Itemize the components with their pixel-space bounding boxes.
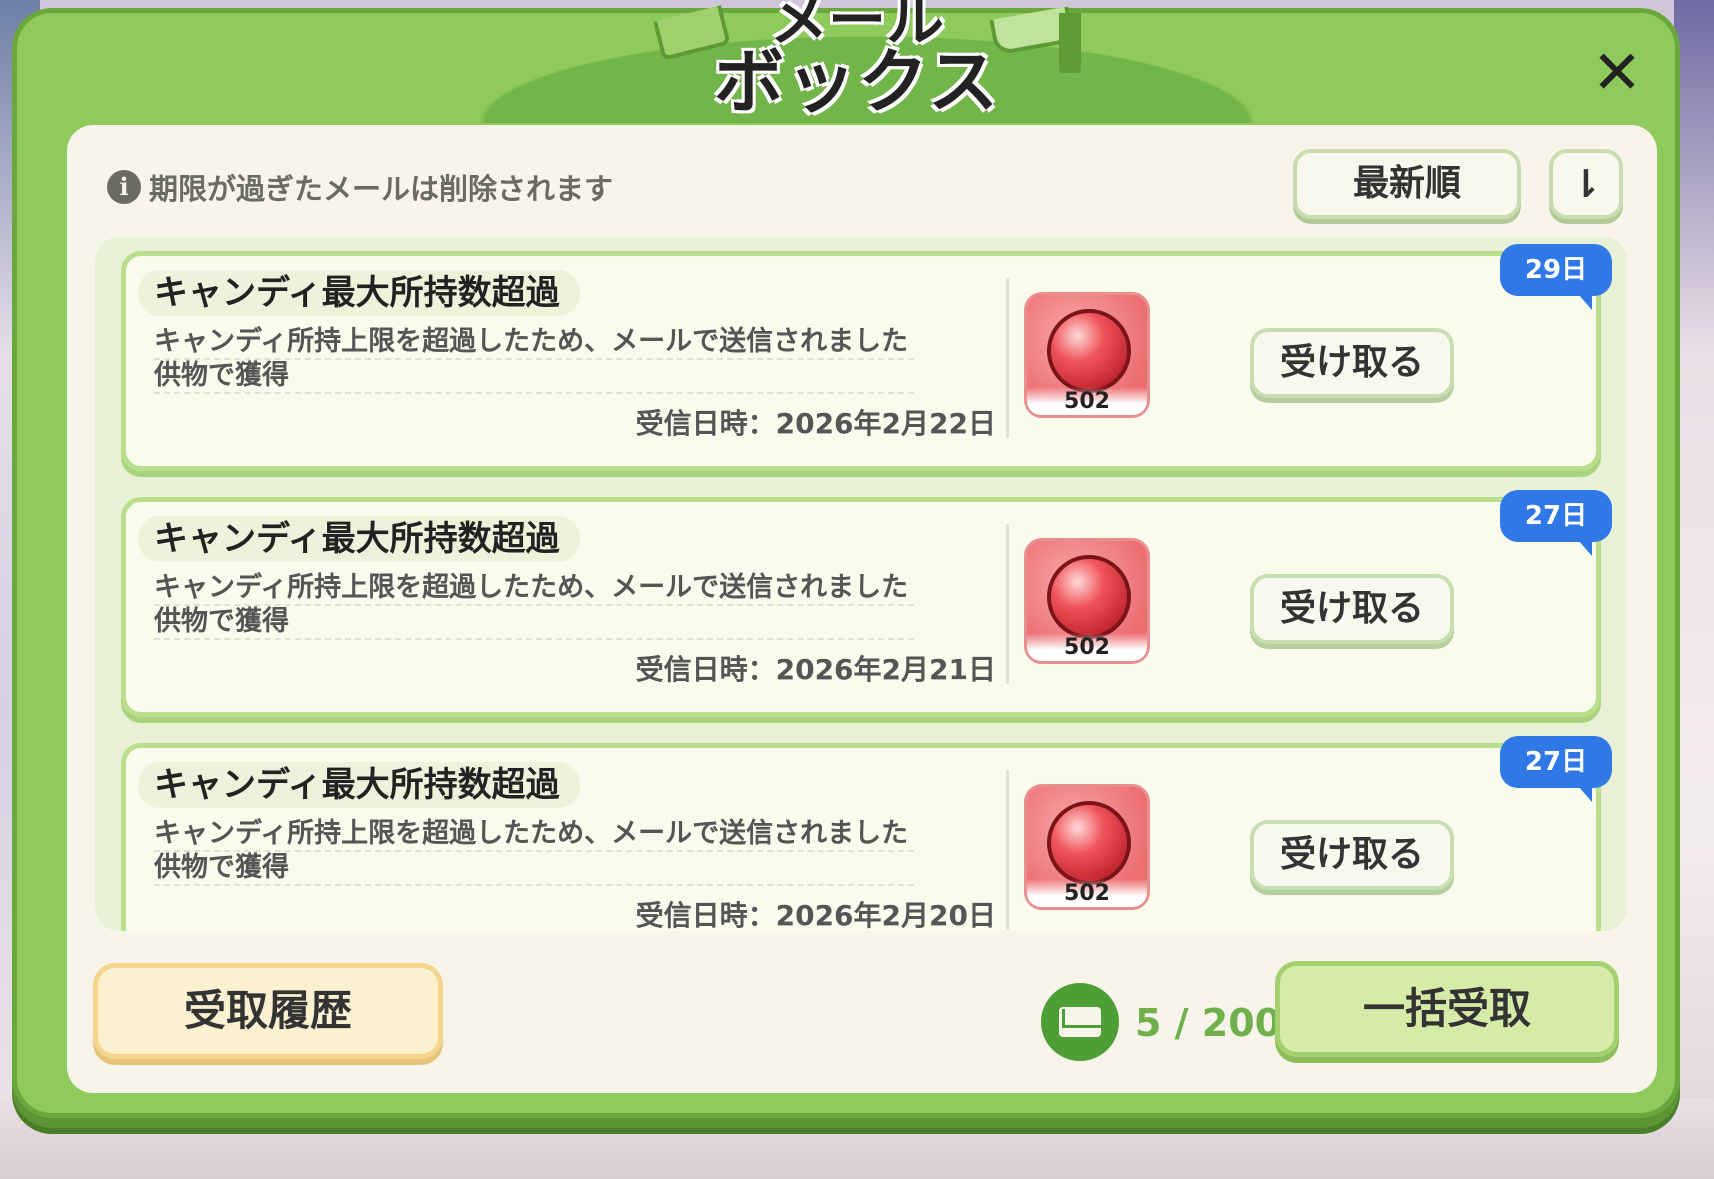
mail-body-line: キャンディ所持上限を超過したため、メールで送信されました: [154, 326, 914, 360]
card-divider: [1006, 770, 1009, 930]
card-divider: [1006, 524, 1009, 684]
close-button[interactable]: ✕: [1587, 43, 1647, 103]
mail-title: キャンディ最大所持数超過: [138, 516, 580, 562]
mail-count-icon: [1041, 983, 1119, 1061]
expiry-notice: i 期限が過ぎたメールは削除されます: [107, 165, 613, 209]
notice-text: 期限が過ぎたメールは削除されます: [149, 172, 614, 206]
candy-icon: [1047, 309, 1131, 393]
mail-title: キャンディ最大所持数超過: [138, 270, 580, 316]
item-count: 502: [1027, 387, 1147, 415]
mail-body: キャンディ所持上限を超過したため、メールで送信されました 供物で獲得: [154, 818, 914, 886]
item-count: 502: [1027, 879, 1147, 907]
mail-body: キャンディ所持上限を超過したため、メールで送信されました 供物で獲得: [154, 572, 914, 640]
mail-received-date: 受信日時：2026年2月22日: [635, 407, 996, 440]
mail-received-date: 受信日時：2026年2月20日: [635, 899, 996, 931]
mail-body-line: 供物で獲得: [154, 360, 914, 394]
background-right: [1674, 0, 1714, 1179]
receive-button[interactable]: 受け取る: [1250, 820, 1454, 890]
sort-order-button[interactable]: ⇂: [1549, 149, 1623, 219]
mail-title: キャンディ最大所持数超過: [138, 762, 580, 808]
sort-order-icon: ⇂: [1570, 162, 1602, 206]
mail-body-line: 供物で獲得: [154, 852, 914, 886]
candy-item[interactable]: 502: [1024, 292, 1150, 418]
mail-card: キャンディ最大所持数超過 キャンディ所持上限を超過したため、メールで送信されまし…: [121, 490, 1612, 717]
mailbox-window: メール ボックス ✕ i 期限が過ぎたメールは削除されます 最新順 ⇂ キャンデ…: [12, 0, 1680, 1118]
days-left-badge: 27日: [1500, 490, 1612, 556]
signpost-decoration-icon: [1059, 13, 1081, 73]
mail-count: 5 / 200: [1135, 1001, 1282, 1045]
receive-button[interactable]: 受け取る: [1250, 574, 1454, 644]
receive-button[interactable]: 受け取る: [1250, 328, 1454, 398]
sort-button[interactable]: 最新順: [1293, 149, 1521, 219]
candy-item[interactable]: 502: [1024, 784, 1150, 910]
candy-item[interactable]: 502: [1024, 538, 1150, 664]
card-divider: [1006, 278, 1009, 438]
mail-card: キャンディ最大所持数超過 キャンディ所持上限を超過したため、メールで送信されまし…: [121, 244, 1612, 471]
title-line2: ボックス: [714, 41, 1000, 123]
mail-received-date: 受信日時：2026年2月21日: [635, 653, 996, 686]
item-count: 502: [1027, 633, 1147, 661]
days-left-badge: 27日: [1500, 736, 1612, 802]
title-line1: メール: [769, 0, 944, 54]
days-left-badge: 29日: [1500, 244, 1612, 310]
window-title: メール ボックス: [707, 0, 1007, 123]
receive-all-button[interactable]: 一括受取: [1275, 961, 1619, 1057]
candy-icon: [1047, 801, 1131, 885]
mail-body-line: キャンディ所持上限を超過したため、メールで送信されました: [154, 818, 914, 852]
mail-list[interactable]: キャンディ最大所持数超過 キャンディ所持上限を超過したため、メールで送信されまし…: [95, 237, 1627, 931]
mail-body: キャンディ所持上限を超過したため、メールで送信されました 供物で獲得: [154, 326, 914, 394]
mail-body-line: キャンディ所持上限を超過したため、メールで送信されました: [154, 572, 914, 606]
mail-body-line: 供物で獲得: [154, 606, 914, 640]
mail-panel: i 期限が過ぎたメールは削除されます 最新順 ⇂ キャンディ最大所持数超過 キャ…: [67, 125, 1657, 1093]
info-icon: i: [107, 170, 141, 204]
envelope-icon: [1059, 1007, 1101, 1037]
mail-card: キャンディ最大所持数超過 キャンディ所持上限を超過したため、メールで送信されまし…: [121, 736, 1612, 931]
candy-icon: [1047, 555, 1131, 639]
receive-history-button[interactable]: 受取履歴: [93, 963, 443, 1059]
